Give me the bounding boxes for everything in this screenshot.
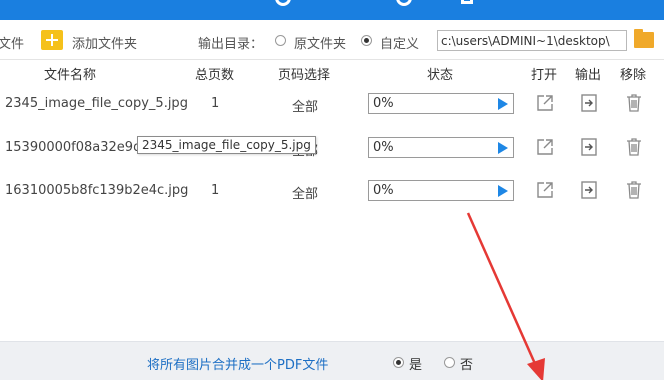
- external-link-icon[interactable]: [536, 181, 554, 199]
- original-folder-label[interactable]: 原文件夹: [294, 33, 346, 52]
- progress-bar: 0%: [368, 137, 514, 158]
- table-row[interactable]: 16310005b8fc139b2e4c.jpg 1 全部 0%: [0, 170, 664, 214]
- merge-no-label[interactable]: 否: [460, 354, 473, 373]
- progress-bar: 0%: [368, 180, 514, 201]
- merge-yes-label[interactable]: 是: [409, 354, 422, 373]
- filename-tooltip: 2345_image_file_copy_5.jpg: [137, 136, 316, 154]
- trash-icon[interactable]: [626, 137, 642, 156]
- file-menu[interactable]: 文件: [0, 33, 24, 52]
- progress-bar: 0%: [368, 93, 514, 114]
- header-page-range: 页码选择: [278, 68, 331, 83]
- output-icon[interactable]: [581, 181, 597, 199]
- output-icon[interactable]: [581, 94, 597, 112]
- trash-icon[interactable]: [626, 93, 642, 112]
- page-count: 1: [211, 96, 220, 111]
- merge-yes-radio[interactable]: [393, 357, 404, 368]
- header-name: 文件名称: [44, 68, 97, 83]
- table-row[interactable]: 15390000f08a32e9df 1 全部 0%: [0, 127, 664, 171]
- header-remove: 移除: [620, 68, 647, 83]
- file-name: 16310005b8fc139b2e4c.jpg: [5, 183, 189, 198]
- table-header: 文件名称 总页数 页码选择 状态 打开 输出 移除: [0, 61, 664, 83]
- trash-icon[interactable]: [626, 180, 642, 199]
- toolbar: 文件 添加文件夹 输出目录： 原文件夹 自定义: [0, 20, 664, 60]
- progress-text: 0%: [373, 140, 394, 155]
- merge-no-radio[interactable]: [444, 357, 455, 368]
- header-open: 打开: [531, 68, 558, 83]
- file-name: 2345_image_file_copy_5.jpg: [5, 96, 188, 111]
- external-link-icon[interactable]: [536, 94, 554, 112]
- header-pages: 总页数: [195, 68, 235, 83]
- play-icon[interactable]: [498, 185, 508, 197]
- progress-text: 0%: [373, 96, 394, 111]
- page-range[interactable]: 全部: [292, 96, 318, 115]
- title-bar: [0, 0, 664, 20]
- page-count: 1: [211, 183, 220, 198]
- external-link-icon[interactable]: [536, 138, 554, 156]
- title-glyph: [461, 0, 473, 4]
- play-icon[interactable]: [498, 142, 508, 154]
- page-range[interactable]: 全部: [292, 183, 318, 202]
- footer-bar: 将所有图片合并成一个PDF文件 是 否: [0, 341, 664, 380]
- title-glyph: [275, 0, 291, 6]
- file-name: 15390000f08a32e9df: [5, 140, 146, 155]
- custom-folder-label[interactable]: 自定义: [380, 33, 419, 52]
- output-path-input[interactable]: [437, 30, 627, 51]
- custom-folder-radio[interactable]: [361, 35, 372, 46]
- header-status: 状态: [427, 68, 454, 83]
- table-row[interactable]: 2345_image_file_copy_5.jpg 1 全部 0%: [0, 83, 664, 127]
- title-glyph: [396, 0, 412, 6]
- add-folder-button[interactable]: 添加文件夹: [72, 33, 137, 52]
- output-dir-label: 输出目录：: [198, 37, 264, 52]
- progress-text: 0%: [373, 183, 394, 198]
- folder-icon[interactable]: [634, 29, 654, 48]
- plus-folder-icon[interactable]: [41, 30, 63, 50]
- header-output: 输出: [575, 68, 602, 83]
- original-folder-radio[interactable]: [275, 35, 286, 46]
- merge-pdf-label: 将所有图片合并成一个PDF文件: [147, 358, 329, 373]
- play-icon[interactable]: [498, 98, 508, 110]
- output-icon[interactable]: [581, 138, 597, 156]
